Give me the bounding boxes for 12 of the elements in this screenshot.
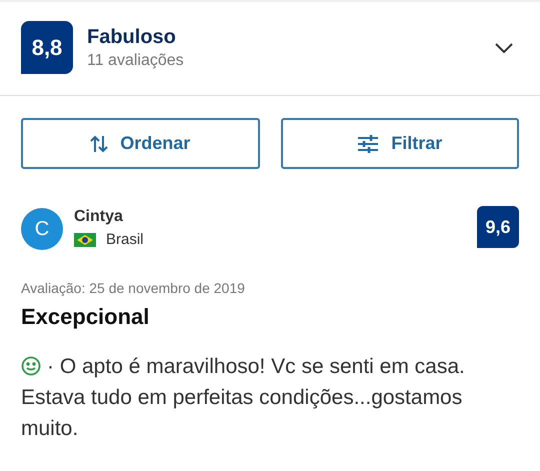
- reviewer-country: Brasil: [106, 230, 144, 250]
- review-title: Excepcional: [21, 303, 150, 331]
- avatar: C: [21, 208, 63, 250]
- review-date: Avaliação: 25 de novembro de 2019: [21, 279, 246, 298]
- filter-button[interactable]: Filtrar: [280, 118, 519, 169]
- review-text: · O apto é maravilhoso! Vc se senti em casa. Estava tudo em perfeitas condições...gostamos muito.: [21, 354, 466, 442]
- reviewer-name: Cintya: [74, 207, 124, 227]
- score-badge: 8,8: [21, 21, 73, 74]
- rating-label: Fabuloso: [87, 24, 177, 50]
- review-count: 11 avaliações: [87, 50, 184, 70]
- sort-button[interactable]: Ordenar: [21, 118, 260, 169]
- review-score-badge: 9,6: [477, 206, 519, 248]
